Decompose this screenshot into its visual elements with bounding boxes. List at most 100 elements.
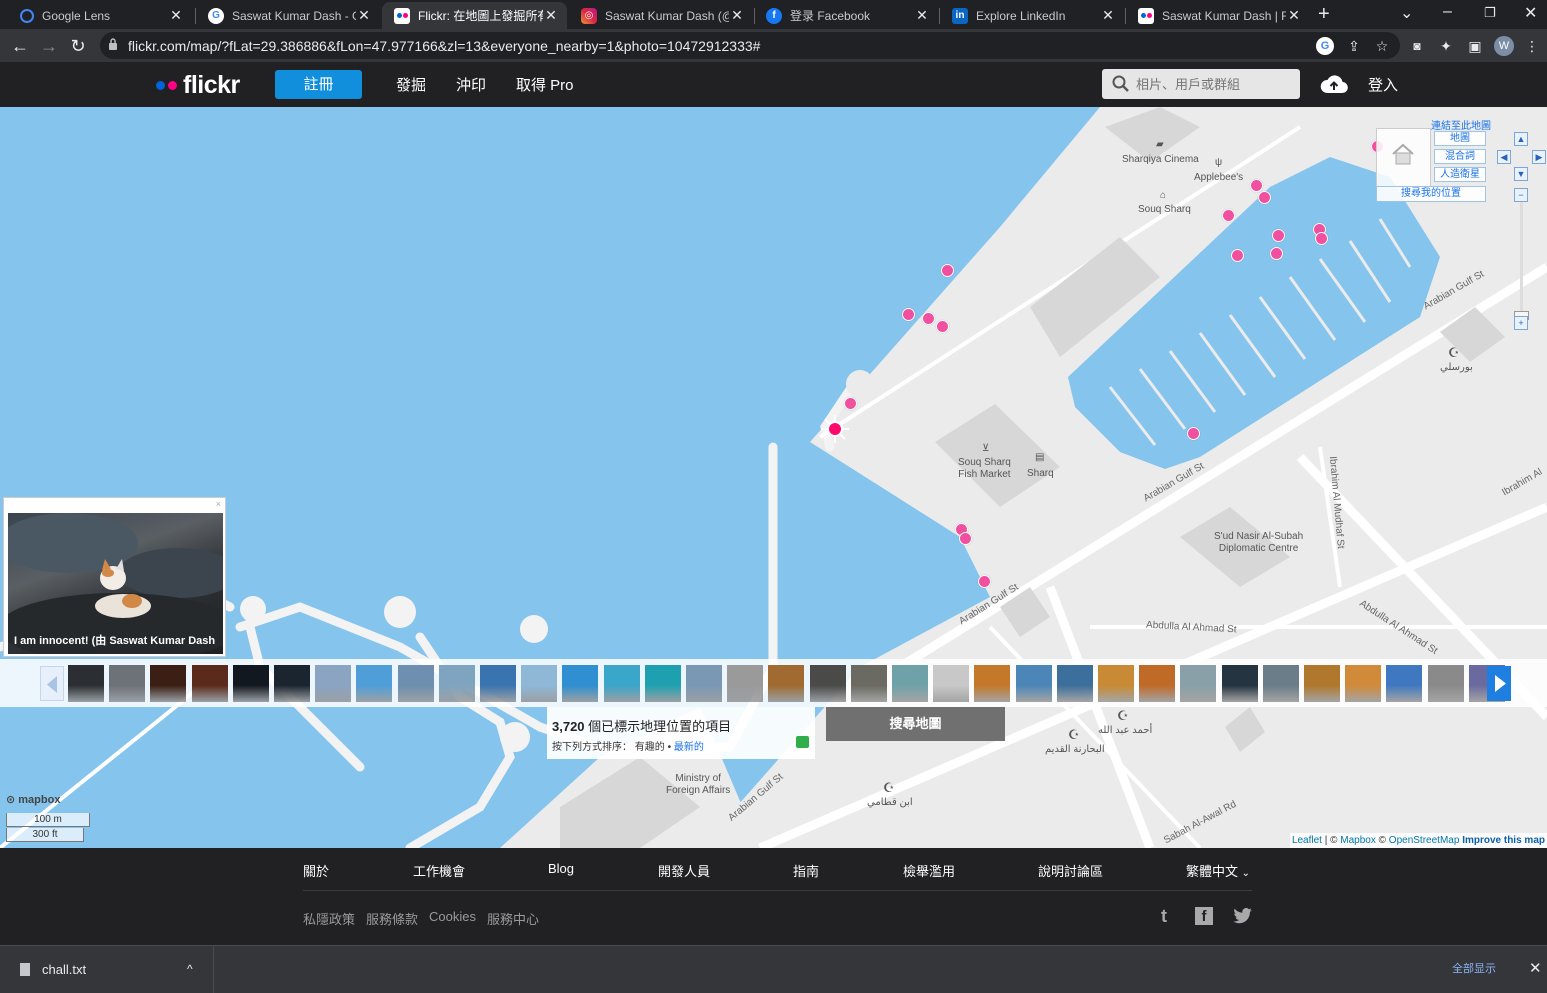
extensions-puzzle-icon[interactable]: ✦ <box>1437 37 1455 55</box>
photo-thumbnail[interactable] <box>191 665 228 702</box>
minimize-icon[interactable]: – <box>1443 3 1452 21</box>
close-icon[interactable]: ✕ <box>914 7 930 24</box>
photo-thumbnail[interactable] <box>1304 665 1340 702</box>
photo-thumbnail[interactable] <box>727 665 764 702</box>
tab-facebook[interactable]: f 登录 Facebook ✕ <box>754 2 938 29</box>
upload-cloud-icon[interactable] <box>1320 74 1348 94</box>
home-box[interactable] <box>1376 128 1431 188</box>
zoom-in-icon[interactable]: + <box>1514 316 1528 330</box>
photo-thumbnail[interactable] <box>1427 665 1464 702</box>
photo-marker[interactable] <box>922 312 935 325</box>
menu-kebab-icon[interactable]: ⋮ <box>1523 37 1541 55</box>
close-icon[interactable]: ✕ <box>356 7 372 24</box>
restore-icon[interactable]: ❐ <box>1484 5 1496 21</box>
sort-recent-link[interactable]: 最新的 <box>674 742 704 753</box>
photo-thumbnail[interactable] <box>1262 665 1299 702</box>
footer-link-guidelines[interactable]: 指南 <box>793 861 819 880</box>
photo-thumbnail[interactable] <box>562 665 599 702</box>
leaflet-link[interactable]: Leaflet <box>1292 835 1322 846</box>
footer-link-help-center[interactable]: 服務中心 <box>487 909 539 928</box>
footer-link-help-forum[interactable]: 說明討論區 <box>1038 861 1103 880</box>
photo-marker[interactable] <box>1222 209 1235 222</box>
facebook-icon[interactable]: f <box>1195 907 1213 925</box>
photo-marker[interactable] <box>959 532 972 545</box>
close-icon[interactable]: ✕ <box>1286 7 1302 24</box>
footer-link-report-abuse[interactable]: 檢舉濫用 <box>903 861 955 880</box>
download-item[interactable]: chall.txt ^ <box>20 962 193 977</box>
download-bar-close-icon[interactable]: ✕ <box>1529 959 1542 977</box>
footer-link-developers[interactable]: 開發人員 <box>658 861 710 880</box>
photo-thumbnail[interactable] <box>356 665 393 702</box>
tab-flickr-map[interactable]: Flickr: 在地圖上發掘所有 ✕ <box>382 2 567 29</box>
zoom-slider-track[interactable] <box>1520 202 1523 322</box>
photo-thumbnail[interactable] <box>1056 665 1093 702</box>
selected-photo-marker[interactable] <box>820 414 850 444</box>
language-selector[interactable]: 繁體中文 ⌄ <box>1186 861 1250 880</box>
photo-marker[interactable] <box>1258 191 1271 204</box>
photo-thumbnail[interactable] <box>438 665 475 702</box>
search-input[interactable] <box>1136 69 1296 99</box>
photo-thumbnail[interactable] <box>644 665 681 702</box>
photo-thumbnail[interactable] <box>274 665 310 702</box>
photo-marker[interactable] <box>1231 249 1244 262</box>
tumblr-icon[interactable]: t <box>1161 906 1167 927</box>
photo-thumbnail[interactable] <box>1386 665 1423 702</box>
openstreetmap-link[interactable]: OpenStreetMap <box>1389 835 1460 846</box>
photo-thumbnail[interactable] <box>933 665 970 702</box>
photo-marker[interactable] <box>936 320 949 333</box>
photo-popup[interactable]: × I am innocent! (由 Saswat Kumar Dash <box>3 497 226 657</box>
strip-next-button[interactable] <box>1487 666 1511 701</box>
zoom-out-icon[interactable]: − <box>1514 188 1528 202</box>
close-icon[interactable]: ✕ <box>1100 7 1116 24</box>
link-to-map[interactable]: 連結至此地圖 <box>1431 117 1491 132</box>
photo-marker[interactable] <box>978 575 991 588</box>
feed-icon[interactable] <box>796 736 809 748</box>
pan-up-icon[interactable]: ▲ <box>1514 132 1528 146</box>
footer-link-terms[interactable]: 服務條款 <box>366 909 418 928</box>
window-close-icon[interactable]: ✕ <box>1524 3 1537 23</box>
share-icon[interactable]: ⇪ <box>1345 37 1363 55</box>
close-icon[interactable]: ✕ <box>168 7 184 24</box>
map-type-hybrid-button[interactable]: 混合詞 <box>1434 149 1486 164</box>
photo-marker[interactable] <box>1315 232 1328 245</box>
photo-thumbnail[interactable] <box>232 665 269 702</box>
side-panel-icon[interactable]: ▣ <box>1466 37 1484 55</box>
popup-close-icon[interactable]: × <box>216 499 221 509</box>
map-type-map-button[interactable]: 地圖 <box>1434 131 1486 146</box>
twitter-icon[interactable] <box>1233 908 1253 924</box>
nav-prints[interactable]: 沖印 <box>456 74 486 95</box>
mapbox-logo[interactable]: ⊙ mapbox <box>6 793 60 806</box>
photo-marker[interactable] <box>902 308 915 321</box>
photo-thumbnail[interactable] <box>521 665 558 702</box>
photo-thumbnail[interactable] <box>603 665 640 702</box>
find-my-location-button[interactable]: 搜尋我的位置 <box>1376 186 1486 202</box>
google-translate-icon[interactable]: G <box>1316 37 1334 55</box>
signup-button[interactable]: 註冊 <box>275 70 362 99</box>
photo-thumbnail[interactable] <box>315 665 352 702</box>
new-tab-plus-icon[interactable]: + <box>1318 3 1330 26</box>
photo-marker[interactable] <box>1270 247 1283 260</box>
address-bar[interactable]: flickr.com/map/?fLat=29.386886&fLon=47.9… <box>100 32 1400 59</box>
map-type-satellite-button[interactable]: 人造衛星 <box>1434 167 1486 182</box>
photo-marker[interactable] <box>1272 229 1285 242</box>
tab-instagram[interactable]: ◎ Saswat Kumar Dash (@s ✕ <box>569 2 753 29</box>
pan-down-icon[interactable]: ▼ <box>1514 167 1528 181</box>
photo-thumbnail[interactable] <box>150 665 187 702</box>
photo-thumbnail[interactable] <box>480 665 516 702</box>
back-arrow-icon[interactable]: ← <box>8 34 32 58</box>
photo-thumbnail[interactable] <box>850 665 887 702</box>
footer-link-jobs[interactable]: 工作機會 <box>413 861 465 880</box>
sort-interesting[interactable]: 有趣的 <box>635 742 665 753</box>
footer-link-privacy[interactable]: 私隱政策 <box>303 909 355 928</box>
photo-thumbnail[interactable] <box>974 665 1011 702</box>
map-canvas[interactable]: ▰ Sharqiya Cinema ψ Applebee's ⌂ Souq Sh… <box>0 107 1547 848</box>
tab-google-search[interactable]: G Saswat Kumar Dash - Go ✕ <box>196 2 380 29</box>
photo-marker[interactable] <box>1250 179 1263 192</box>
photo-thumbnail[interactable] <box>1015 665 1052 702</box>
photo-thumbnail[interactable] <box>809 665 846 702</box>
strip-prev-button[interactable] <box>40 666 64 701</box>
pan-right-icon[interactable]: ▶ <box>1532 150 1546 164</box>
photo-thumbnail[interactable] <box>1098 665 1134 702</box>
photo-thumbnail[interactable] <box>686 665 722 702</box>
profile-avatar[interactable]: W <box>1494 36 1514 56</box>
